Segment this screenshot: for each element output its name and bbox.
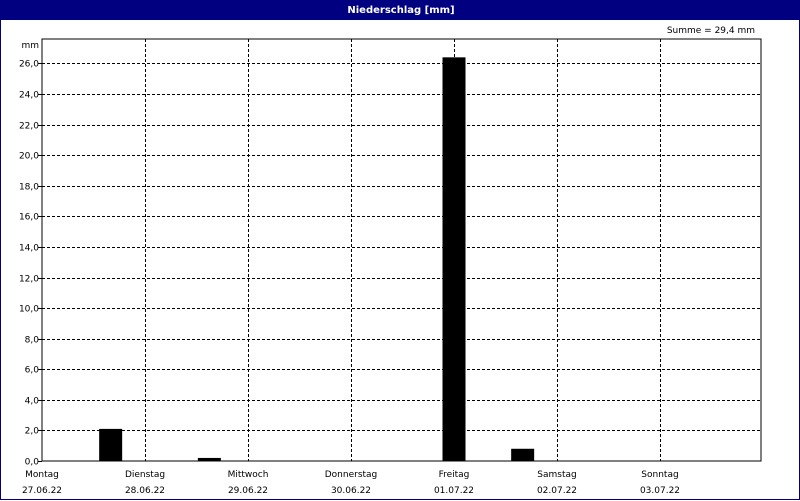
x-tick-weekday: Sonntag xyxy=(641,470,678,480)
y-axis-unit: mm xyxy=(21,41,39,51)
y-tick-label: 10,0 xyxy=(19,305,39,315)
y-tick-label: 8,0 xyxy=(25,336,40,346)
x-tick-weekday: Samstag xyxy=(537,470,576,480)
y-tick-label: 0,0 xyxy=(25,458,40,468)
x-tick-weekday: Freitag xyxy=(439,470,470,480)
y-tick-label: 14,0 xyxy=(19,244,39,254)
bar xyxy=(442,57,466,461)
chart-window: Niederschlag [mm] Summe = 29,4 mm 0,0 2,0… xyxy=(0,0,800,500)
y-tick-label: 22,0 xyxy=(19,122,39,132)
bar xyxy=(511,448,535,461)
x-tick-date: 30.06.22 xyxy=(331,486,371,496)
bar xyxy=(99,428,123,461)
x-tick-weekday: Dienstag xyxy=(125,470,165,480)
x-tick-date: 28.06.22 xyxy=(125,486,165,496)
x-tick-date: 27.06.22 xyxy=(22,486,62,496)
y-tick-label: 18,0 xyxy=(19,183,39,193)
y-tick-label: 16,0 xyxy=(19,213,39,223)
x-tick-date: 01.07.22 xyxy=(434,486,474,496)
bar xyxy=(197,457,221,461)
x-tick-weekday: Montag xyxy=(25,470,59,480)
y-tick-label: 6,0 xyxy=(25,366,40,376)
x-tick-date: 02.07.22 xyxy=(537,486,577,496)
y-tick-label: 24,0 xyxy=(19,91,39,101)
precipitation-chart: 0,0 2,0 4,0 6,0 8,0 10,0 12,0 14,0 16,0 18,0 20,0 2… xyxy=(19,38,762,496)
y-tick-label: 26,0 xyxy=(19,60,39,70)
x-tick-weekday: Mittwoch xyxy=(228,470,269,480)
y-tick-label: 12,0 xyxy=(19,275,39,285)
y-tick-label: 4,0 xyxy=(25,397,40,407)
y-tick-label: 20,0 xyxy=(19,152,39,162)
x-tick-weekday: Donnerstag xyxy=(325,470,378,480)
x-tick-date: 29.06.22 xyxy=(228,486,268,496)
y-tick-label: 2,0 xyxy=(25,427,40,437)
x-tick-date: 03.07.22 xyxy=(640,486,680,496)
plot-area xyxy=(41,38,762,462)
